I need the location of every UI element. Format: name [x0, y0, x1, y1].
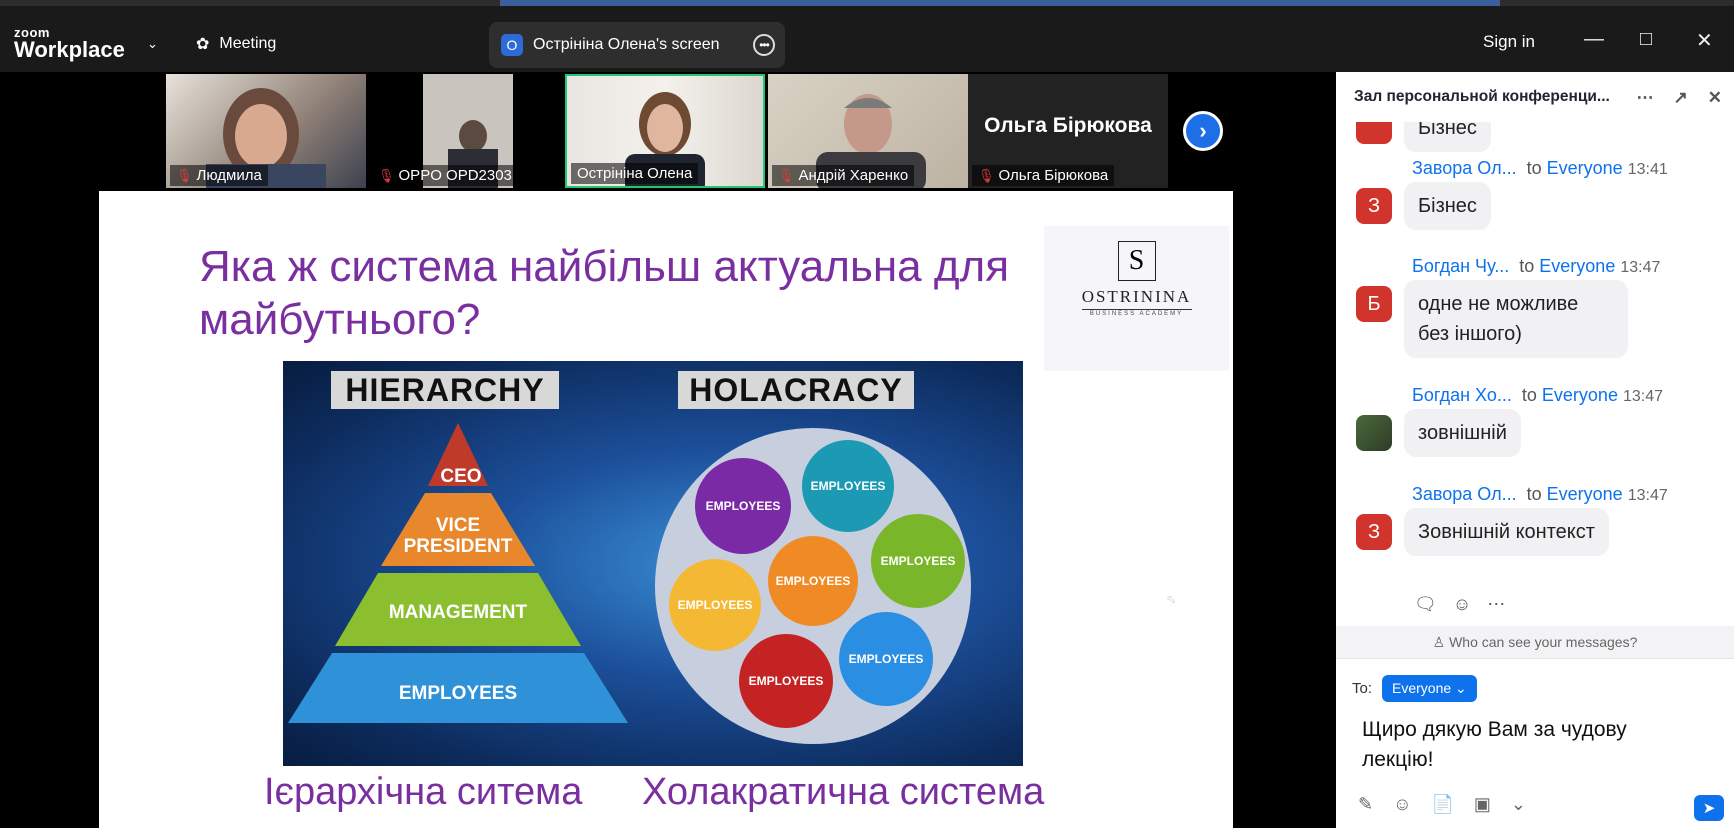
- video-tile[interactable]: 🎙 Андрій Харенко: [768, 74, 968, 188]
- brand-subtitle: BUSINESS ACADEMY: [1081, 309, 1192, 317]
- sign-in-button[interactable]: Sign in: [1483, 32, 1535, 52]
- tile-name: 🎙 Людмила: [170, 165, 268, 186]
- video-tile-active[interactable]: Острініна Олена: [565, 74, 765, 188]
- message-actions: 🗨 ☺ ⋯: [1414, 594, 1505, 615]
- message-bubble: Бізнес: [1404, 182, 1491, 230]
- presentation-slide: Яка ж система найбільш актуальна для май…: [99, 191, 1233, 828]
- send-button[interactable]: ➤: [1694, 795, 1724, 821]
- tile-name: 🎙 Андрій Харенко: [772, 165, 915, 186]
- close-icon[interactable]: ✕: [1696, 28, 1713, 53]
- chat-header: Зал персональной конференци... ⋯ ↗ ✕: [1336, 72, 1734, 122]
- share-stage: Яка ж система найбільш актуальна для май…: [0, 190, 1336, 828]
- to-label: To:: [1352, 680, 1373, 697]
- more-actions-icon[interactable]: ⋯: [1487, 594, 1505, 615]
- employee-label: EMPLOYEES: [881, 554, 956, 568]
- message-meta: Богдан Чу... to Everyone 13:47: [1412, 256, 1661, 276]
- chat-messages: Бізнес Завора Ол... to Everyone 13:41 З …: [1336, 122, 1734, 626]
- screen-share-pill[interactable]: O Острініна Олена's screen •••: [489, 22, 785, 68]
- pyramid-label: CEO: [440, 466, 481, 487]
- employee-label: EMPLOYEES: [706, 499, 781, 513]
- pyramid-label: EMPLOYEES: [399, 683, 517, 704]
- recipient-row: To: Everyone ⌄: [1352, 675, 1477, 702]
- zoom-logo: zoom Workplace: [14, 26, 125, 61]
- message-bubble: Зовнішній контекст: [1404, 508, 1609, 556]
- message-input[interactable]: Щиро дякую Вам за чудову лекцію!: [1362, 715, 1702, 776]
- slide-image: HIERARCHY HOLACRACY CEO VICE PRESIDENT M…: [283, 361, 1023, 766]
- mic-muted-icon: 🎙: [176, 167, 193, 183]
- brand-monogram: S: [1117, 241, 1156, 281]
- more-icon[interactable]: ⋯: [1637, 88, 1654, 108]
- compose-toolbar: ✎ ☺ 📄 ▣ ⌄: [1358, 794, 1526, 815]
- avatar: З: [1356, 188, 1392, 224]
- popout-icon[interactable]: ↗: [1674, 88, 1688, 108]
- sharer-badge: O: [501, 34, 523, 56]
- chevron-down-icon[interactable]: ⌄: [1511, 794, 1526, 815]
- minimize-icon[interactable]: —: [1584, 28, 1604, 51]
- employee-label: EMPLOYEES: [678, 598, 753, 612]
- pyramid-label: VICE: [436, 515, 480, 536]
- tile-name: 🎙 OPPO OPD2303: [372, 165, 518, 186]
- avatar: [1356, 415, 1392, 451]
- add-reaction-icon[interactable]: ☺: [1453, 594, 1471, 615]
- message-bubble: Бізнес: [1404, 122, 1491, 152]
- avatar: [1356, 122, 1392, 144]
- mic-muted-icon: 🎙: [978, 167, 995, 183]
- video-strip: 🎙 Людмила 🎙 OPPO OPD2303 Острініна Олена 🎙…: [0, 72, 1336, 190]
- privacy-notice[interactable]: ♙ Who can see your messages?: [1336, 626, 1734, 658]
- pyramid-label: PRESIDENT: [404, 536, 513, 557]
- tile-name: 🎙 Ольга Бірюкова: [972, 165, 1115, 186]
- pyramid-label: MANAGEMENT: [389, 602, 528, 623]
- maximize-icon[interactable]: □: [1640, 28, 1652, 51]
- message-bubble: зовнішній: [1404, 409, 1521, 457]
- avatar: З: [1356, 514, 1392, 550]
- chat-title: Зал персональной конференци...: [1354, 88, 1610, 105]
- emoji-icon[interactable]: ☺: [1393, 794, 1411, 815]
- mic-muted-icon: 🎙: [378, 167, 395, 183]
- chat-panel: Зал персональной конференци... ⋯ ↗ ✕ Біз…: [1336, 72, 1734, 828]
- recipient-dropdown[interactable]: Everyone ⌄: [1382, 675, 1477, 702]
- employee-label: EMPLOYEES: [811, 479, 886, 493]
- mic-muted-icon: 🎙: [778, 167, 795, 183]
- close-chat-icon[interactable]: ✕: [1708, 88, 1722, 108]
- tile-name: Острініна Олена: [571, 163, 699, 184]
- message-meta: Завора Ол... to Everyone 13:47: [1412, 484, 1668, 504]
- user-lock-icon: ♙: [1432, 634, 1446, 650]
- avatar: Б: [1356, 286, 1392, 322]
- compose-area: To: Everyone ⌄ Щиро дякую Вам за чудову …: [1336, 658, 1734, 828]
- caption-hierarchy: Ієрархічна ситема: [264, 771, 583, 813]
- message-meta: Богдан Хо... to Everyone 13:47: [1412, 385, 1664, 405]
- reply-icon[interactable]: 🗨: [1414, 594, 1437, 615]
- screenshot-icon[interactable]: ▣: [1474, 794, 1491, 815]
- employee-label: EMPLOYEES: [849, 652, 924, 666]
- message-meta: Завора Ол... to Everyone 13:41: [1412, 158, 1668, 178]
- caption-holacracy: Холакратична система: [642, 771, 1045, 813]
- format-icon[interactable]: ✎: [1358, 794, 1373, 815]
- message-bubble: одне не можливе без іншого): [1404, 280, 1628, 358]
- brand-name: OSTRININA: [1081, 287, 1192, 306]
- mouse-cursor: ⬁: [1166, 592, 1177, 606]
- meeting-menu[interactable]: ✿ Meeting: [196, 34, 276, 54]
- meeting-label: Meeting: [219, 35, 277, 52]
- logo-big: Workplace: [14, 37, 125, 62]
- brand-logo: S OSTRININA BUSINESS ACADEMY: [1044, 226, 1229, 371]
- slide-title: Яка ж система найбільш актуальна для май…: [199, 242, 1010, 344]
- chevron-down-icon[interactable]: ⌄: [147, 36, 158, 52]
- org-diagram: CEO VICE PRESIDENT MANAGEMENT EMPLOYEES …: [288, 423, 971, 744]
- video-tile[interactable]: 🎙 OPPO OPD2303: [368, 74, 568, 188]
- next-page-button[interactable]: ›: [1183, 111, 1223, 151]
- video-tile[interactable]: 🎙 Людмила: [166, 74, 366, 188]
- employee-label: EMPLOYEES: [749, 674, 824, 688]
- title-bar: zoom Workplace ⌄ ✿ Meeting O Острініна О…: [0, 6, 1734, 72]
- more-options-icon[interactable]: •••: [753, 34, 775, 56]
- video-off-name: Ольга Бірюкова: [984, 114, 1152, 137]
- paw-icon: ✿: [196, 36, 210, 53]
- employee-label: EMPLOYEES: [776, 574, 851, 588]
- video-tile[interactable]: Ольга Бірюкова 🎙 Ольга Бірюкова: [968, 74, 1168, 188]
- share-label: Острініна Олена's screen: [533, 36, 720, 53]
- file-icon[interactable]: 📄: [1431, 794, 1453, 815]
